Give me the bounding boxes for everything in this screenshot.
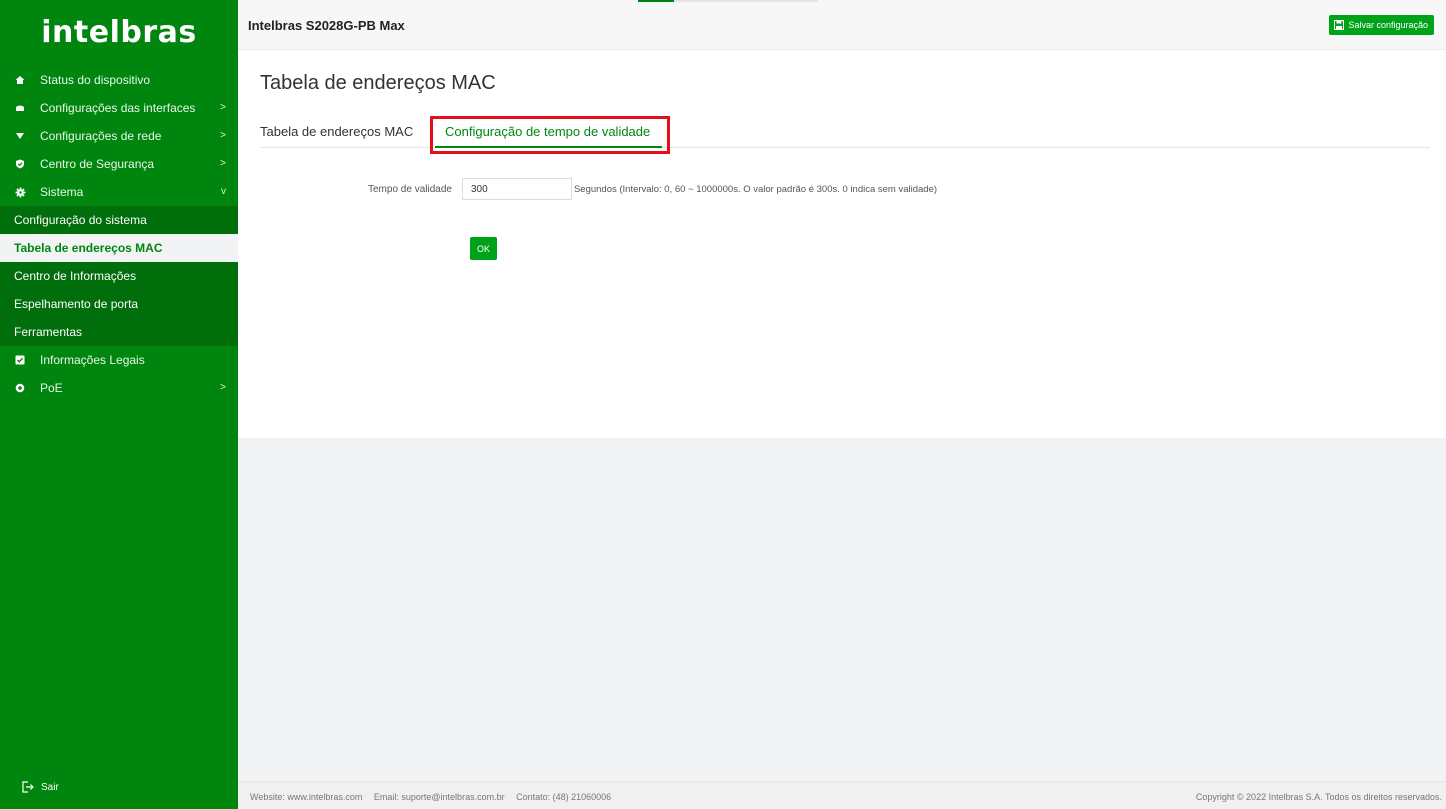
sidebar-item-label: Configurações de rede [40,129,162,143]
main-content: Tabela de endereços MAC Tabela de endere… [238,50,1446,438]
sidebar-item-label: Informações Legais [40,353,145,367]
sidebar-item-status[interactable]: Status do dispositivo [0,66,238,94]
chevron-right-icon: > [220,130,226,141]
footer-email: Email: suporte@intelbras.com.br [373,792,505,802]
chevron-down-icon: v [221,186,226,197]
aging-time-hint: Segundos (Intervalo: 0, 60 ~ 1000000s. O… [573,183,938,195]
chevron-right-icon: > [220,102,226,113]
sistema-submenu: Configuração do sistema Tabela de endere… [0,206,238,346]
logout-button[interactable]: Sair [22,781,59,793]
logout-label: Sair [41,781,59,793]
logo: intelbras [0,0,238,64]
gear-icon [14,186,26,198]
network-icon [14,130,26,142]
sidebar-item-label: Sistema [40,185,84,199]
aging-time-row: Tempo de validade Segundos (Intervalo: 0… [368,178,937,200]
sidebar-item-tools[interactable]: Ferramentas [0,318,238,346]
save-config-button[interactable]: Salvar configuração [1329,15,1434,35]
footer-contact: Contato: (48) 21060006 [516,792,612,802]
sidebar-item-security[interactable]: Centro de Segurança > [0,150,238,178]
sidebar-item-label: PoE [40,381,63,395]
footer: Website: www.intelbras.com Email: suport… [238,781,1446,809]
sidebar-item-network[interactable]: Configurações de rede > [0,122,238,150]
device-name: Intelbras S2028G-PB Max [248,18,405,33]
sidebar-item-port-mirroring[interactable]: Espelhamento de porta [0,290,238,318]
chevron-right-icon: > [220,158,226,169]
checkbox-icon [14,354,26,366]
sidebar-item-info-center[interactable]: Centro de Informações [0,262,238,290]
logout-icon [22,781,35,793]
sidebar-menu: Status do dispositivo Configurações das … [0,66,238,402]
interface-icon [14,102,26,114]
highlight-box [430,116,670,154]
page-title: Tabela de endereços MAC [260,72,496,94]
chevron-right-icon: > [220,382,226,393]
top-tab-indicator [638,0,818,2]
shield-icon [14,158,26,170]
logo-text: intelbras [41,14,197,50]
ok-button[interactable]: OK [470,237,497,260]
sidebar-item-label: Centro de Segurança [40,157,155,171]
aging-time-label: Tempo de validade [368,183,452,195]
sidebar-item-legal[interactable]: Informações Legais [0,346,238,374]
aging-time-input[interactable] [461,178,572,200]
save-config-label: Salvar configuração [1348,20,1428,30]
sidebar-item-label: Configurações das interfaces [40,101,196,115]
save-icon [1334,20,1345,30]
top-header: Intelbras S2028G-PB Max Salvar configura… [238,0,1446,50]
poe-icon [14,382,26,394]
home-icon [14,74,26,86]
sidebar-item-interfaces[interactable]: Configurações das interfaces > [0,94,238,122]
sidebar: intelbras Status do dispositivo Configur… [0,0,238,809]
footer-website: Website: www.intelbras.com [250,792,363,802]
footer-copyright: Copyright © 2022 Intelbras S.A. Todos os… [1195,792,1442,802]
tab-mac-table[interactable]: Tabela de endereços MAC [260,124,413,139]
sidebar-item-sistema[interactable]: Sistema v [0,178,238,206]
sidebar-item-label: Status do dispositivo [40,73,151,87]
sidebar-item-config-sistema[interactable]: Configuração do sistema [0,206,238,234]
sidebar-item-mac-table[interactable]: Tabela de endereços MAC [0,234,238,262]
sidebar-item-poe[interactable]: PoE > [0,374,238,402]
